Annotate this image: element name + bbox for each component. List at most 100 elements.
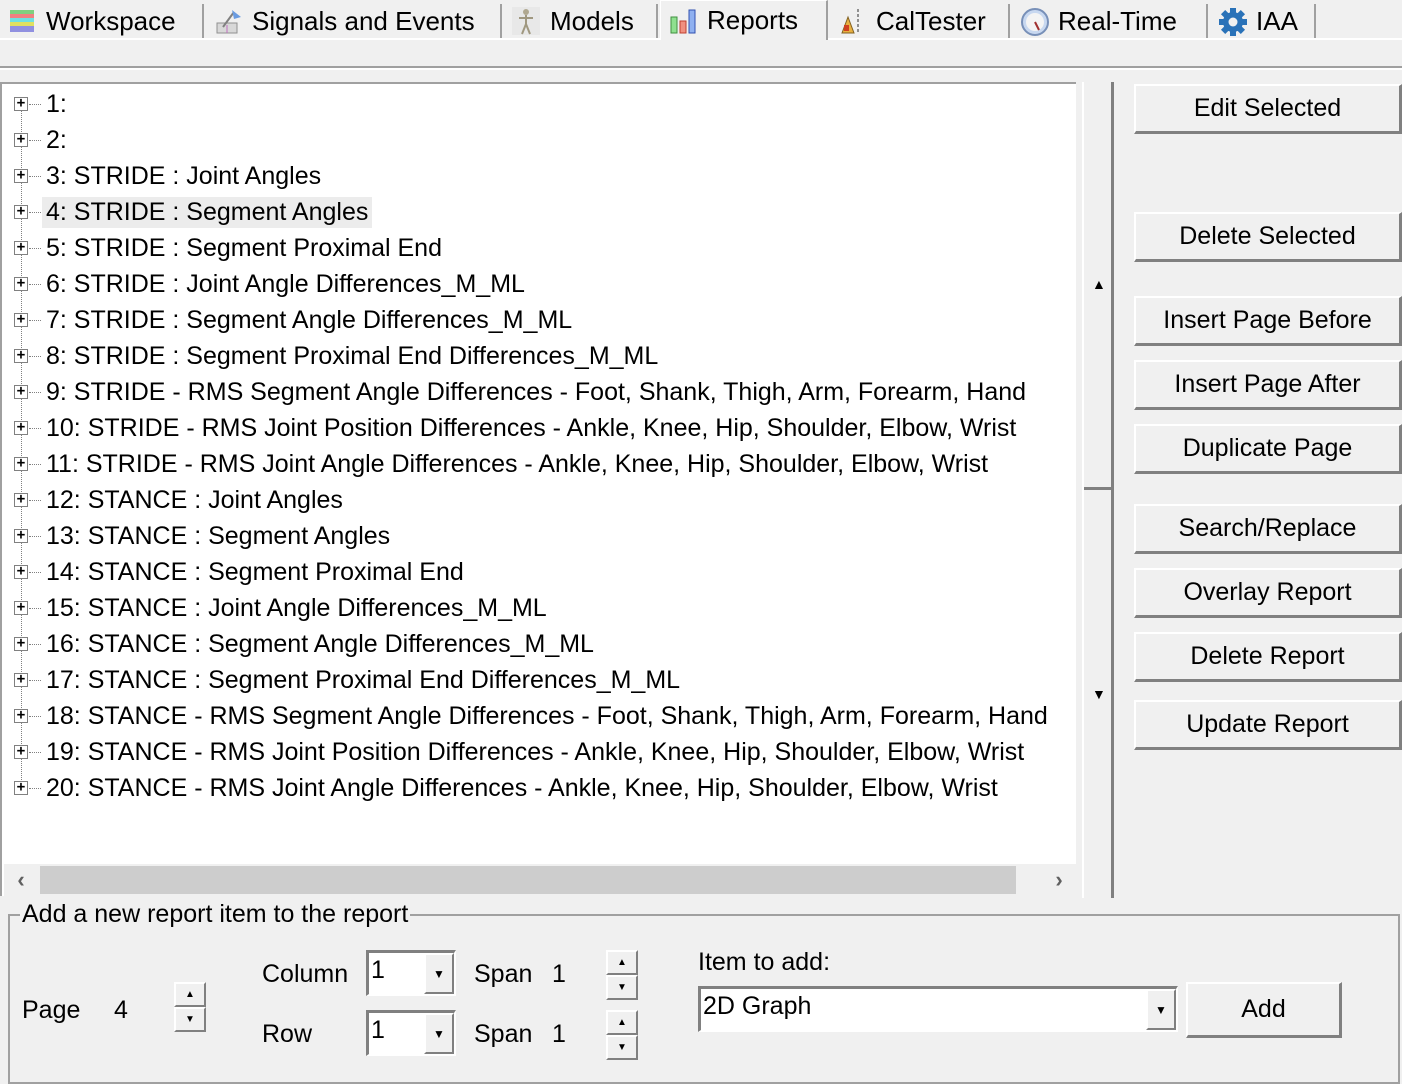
tree-item-label[interactable]: 19: STANCE - RMS Joint Position Differen… [42, 737, 1028, 768]
column-span-label: Span [474, 960, 533, 988]
update-report-button[interactable]: Update Report [1134, 700, 1402, 750]
expand-plus-icon[interactable]: + [14, 636, 28, 651]
page-decrement-button[interactable]: ▼ [174, 1007, 206, 1032]
arrow-up-icon[interactable]: ▲ [1092, 276, 1106, 292]
expand-plus-icon[interactable]: + [14, 708, 28, 723]
expand-plus-icon[interactable]: + [14, 456, 28, 471]
expand-plus-icon[interactable]: + [14, 672, 28, 687]
expand-plus-icon[interactable]: + [14, 276, 28, 291]
column-value: 1 [371, 956, 385, 984]
expand-plus-icon[interactable]: + [14, 204, 28, 219]
row-select[interactable]: 1 ▼ [366, 1010, 456, 1056]
column-span-decrement-button[interactable]: ▼ [606, 975, 638, 1000]
vertical-splitter[interactable]: ▲ ▼ [1082, 82, 1114, 898]
tree-item-label[interactable]: 3: STRIDE : Joint Angles [42, 161, 325, 192]
delete-selected-button[interactable]: Delete Selected [1134, 212, 1402, 262]
insert-page-after-button[interactable]: Insert Page After [1134, 360, 1402, 410]
expand-plus-icon[interactable]: + [14, 312, 28, 327]
row-span-decrement-button[interactable]: ▼ [606, 1035, 638, 1060]
tree-item-label[interactable]: 20: STANCE - RMS Joint Angle Differences… [42, 773, 1002, 804]
column-span-spinner[interactable]: ▲ ▼ [606, 950, 638, 1002]
edit-selected-button[interactable]: Edit Selected [1134, 84, 1402, 134]
scroll-right-button[interactable]: › [1044, 864, 1074, 896]
arrow-down-icon[interactable]: ▼ [1092, 686, 1106, 702]
tree-item-label[interactable]: 1: [42, 89, 71, 120]
gear-icon [1218, 7, 1247, 36]
delete-report-button[interactable]: Delete Report [1134, 632, 1402, 682]
expand-plus-icon[interactable]: + [14, 348, 28, 363]
expand-plus-icon[interactable]: + [14, 600, 28, 615]
tree-item-label[interactable]: 18: STANCE - RMS Segment Angle Differenc… [42, 701, 1052, 732]
tree-item-label[interactable]: 15: STANCE : Joint Angle Differences_M_M… [42, 593, 551, 624]
expand-plus-icon[interactable]: + [14, 528, 28, 543]
tab-label: Real-Time [1058, 5, 1177, 36]
arrow-up-icon: ▲ [617, 1017, 627, 1028]
row-span-increment-button[interactable]: ▲ [606, 1010, 638, 1035]
overlay-report-button[interactable]: Overlay Report [1134, 568, 1402, 618]
expand-plus-icon[interactable]: + [14, 240, 28, 255]
tree-connector-dots [29, 320, 41, 321]
tree-connector-dots [29, 644, 41, 645]
tab-caltester[interactable]: CalTester [830, 4, 1010, 38]
tree-item-label[interactable]: 2: [42, 125, 71, 156]
duplicate-page-button[interactable]: Duplicate Page [1134, 424, 1402, 474]
chevron-down-icon: ▼ [433, 966, 445, 981]
expand-plus-icon[interactable]: + [14, 132, 28, 147]
arrow-down-icon: ▼ [617, 982, 627, 993]
column-dropdown-button[interactable]: ▼ [424, 953, 454, 994]
column-span-value: 1 [552, 960, 566, 988]
tree-item-label[interactable]: 8: STRIDE : Segment Proximal End Differe… [42, 341, 662, 372]
chevron-right-icon: › [1055, 867, 1063, 892]
expand-plus-icon[interactable]: + [14, 420, 28, 435]
expand-plus-icon[interactable]: + [14, 492, 28, 507]
tree-item-label[interactable]: 11: STRIDE - RMS Joint Angle Differences… [42, 449, 992, 480]
tree-item-label[interactable]: 6: STRIDE : Joint Angle Differences_M_ML [42, 269, 529, 300]
horizontal-scrollbar[interactable]: ‹ › [4, 864, 1076, 896]
tab-real-time[interactable]: Real-Time [1012, 4, 1208, 38]
page-spinner[interactable]: ▲ ▼ [174, 982, 206, 1034]
tree-item-label[interactable]: 13: STANCE : Segment Angles [42, 521, 394, 552]
page-value: 4 [114, 996, 128, 1024]
page-increment-button[interactable]: ▲ [174, 982, 206, 1007]
horizontal-scroll-thumb[interactable] [40, 866, 1016, 894]
tree-item-label[interactable]: 17: STANCE : Segment Proximal End Differ… [42, 665, 684, 696]
tab-iaa[interactable]: IAA [1210, 4, 1316, 38]
tree-item-label[interactable]: 12: STANCE : Joint Angles [42, 485, 347, 516]
expand-plus-icon[interactable]: + [14, 780, 28, 795]
chevron-left-icon: ‹ [17, 867, 25, 892]
item-to-add-select[interactable]: 2D Graph ▼ [698, 986, 1178, 1032]
tab-label: IAA [1256, 5, 1298, 36]
column-span-increment-button[interactable]: ▲ [606, 950, 638, 975]
item-dropdown-button[interactable]: ▼ [1146, 989, 1176, 1030]
insert-page-before-button[interactable]: Insert Page Before [1134, 296, 1402, 346]
expand-plus-icon[interactable]: + [14, 564, 28, 579]
tree-item-label[interactable]: 5: STRIDE : Segment Proximal End [42, 233, 446, 264]
tree-item-label[interactable]: 7: STRIDE : Segment Angle Differences_M_… [42, 305, 576, 336]
tab-label: Models [550, 5, 634, 36]
expand-plus-icon[interactable]: + [14, 744, 28, 759]
tab-reports[interactable]: Reports [660, 0, 828, 40]
tree-item-label[interactable]: 9: STRIDE - RMS Segment Angle Difference… [42, 377, 1030, 408]
tree-connector-dots [29, 788, 41, 789]
search-replace-button[interactable]: Search/Replace [1134, 504, 1402, 554]
toolbar-separator-highlight [0, 68, 1402, 70]
tree-connector-dots [29, 572, 41, 573]
expand-plus-icon[interactable]: + [14, 384, 28, 399]
tab-signals-and-events[interactable]: Signals and Events [206, 4, 502, 38]
tab-workspace[interactable]: Workspace [0, 4, 204, 38]
expand-plus-icon[interactable]: + [14, 168, 28, 183]
tree-item-label[interactable]: 4: STRIDE : Segment Angles [42, 196, 373, 228]
tree-item-label[interactable]: 14: STANCE : Segment Proximal End [42, 557, 468, 588]
report-page-tree[interactable]: +1: +2: +3: STRIDE : Joint Angles +4: STRID… [0, 82, 1076, 896]
row-span-spinner[interactable]: ▲ ▼ [606, 1010, 638, 1062]
add-button[interactable]: Add [1186, 982, 1342, 1038]
tree-item-label[interactable]: 10: STRIDE - RMS Joint Position Differen… [42, 413, 1020, 444]
tree-connector-dots [29, 392, 41, 393]
row-dropdown-button[interactable]: ▼ [424, 1013, 454, 1054]
expand-plus-icon[interactable]: + [14, 96, 28, 111]
scroll-left-button[interactable]: ‹ [6, 864, 36, 896]
tree-item-label[interactable]: 16: STANCE : Segment Angle Differences_M… [42, 629, 598, 660]
chevron-down-icon: ▼ [433, 1026, 445, 1041]
tab-models[interactable]: Models [504, 4, 658, 38]
column-select[interactable]: 1 ▼ [366, 950, 456, 996]
